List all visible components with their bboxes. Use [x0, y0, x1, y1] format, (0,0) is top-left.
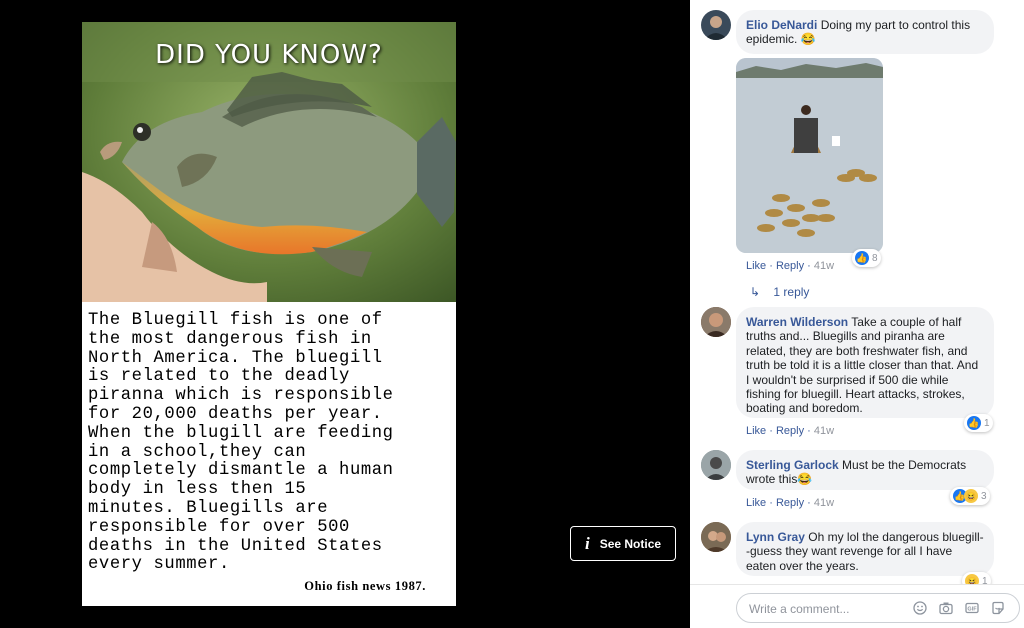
comment-author[interactable]: Lynn Gray: [746, 530, 805, 544]
comment-text: Take a couple of half truths and... Blue…: [746, 315, 979, 416]
avatar[interactable]: [701, 307, 731, 337]
reply-link[interactable]: Reply: [776, 260, 804, 272]
reaction-count[interactable]: 👍 1: [964, 414, 993, 432]
comment-author[interactable]: Warren Wilderson: [746, 315, 848, 329]
comment-author[interactable]: Elio DeNardi: [746, 18, 817, 32]
haha-reaction-icon: 😆: [964, 489, 978, 503]
camera-icon[interactable]: [939, 601, 953, 615]
timestamp[interactable]: 41w: [814, 260, 834, 272]
reaction-count[interactable]: 👍 8: [852, 249, 881, 267]
reply-arrow-icon: ↳: [750, 285, 761, 299]
timestamp[interactable]: 41w: [814, 497, 834, 509]
like-link[interactable]: Like: [746, 425, 766, 437]
comment-bubble: Sterling Garlock Must be the Democrats w…: [736, 450, 994, 490]
timestamp[interactable]: 41w: [814, 425, 834, 437]
like-link[interactable]: Like: [746, 497, 766, 509]
reaction-count[interactable]: 👍 😆 3: [950, 487, 990, 505]
post-image[interactable]: DID YOU KNOW? The Bluegill fish is one o…: [82, 22, 456, 606]
gif-icon[interactable]: GIF: [965, 601, 979, 615]
see-notice-button[interactable]: i See Notice: [570, 526, 676, 561]
comment-bubble: Elio DeNardi Doing my part to control th…: [736, 10, 994, 54]
comment-actions: Like · Reply · 41w: [746, 260, 835, 272]
comment-bubble: Lynn Gray Oh my lol the dangerous bluegi…: [736, 522, 994, 576]
sticker-icon[interactable]: [991, 601, 1005, 615]
see-notice-label: See Notice: [599, 536, 662, 551]
emoji-icon[interactable]: [913, 601, 927, 615]
comment-author[interactable]: Sterling Garlock: [746, 458, 839, 472]
comment-input[interactable]: [747, 599, 901, 619]
caption-text: The Bluegill fish is one of the most dan…: [88, 311, 394, 575]
avatar[interactable]: [701, 10, 731, 40]
reply-link[interactable]: Reply: [776, 425, 804, 437]
like-reaction-icon: 👍: [855, 251, 869, 265]
avatar[interactable]: [701, 522, 731, 552]
photo-viewer: DID YOU KNOW? The Bluegill fish is one o…: [0, 0, 690, 628]
info-icon: i: [584, 533, 590, 553]
comment-photo[interactable]: [736, 58, 883, 253]
avatar[interactable]: [701, 450, 731, 480]
like-reaction-icon: 👍: [967, 416, 981, 430]
comments-panel: Elio DeNardi Doing my part to control th…: [690, 0, 1024, 628]
like-link[interactable]: Like: [746, 260, 766, 272]
comment-bubble: Warren Wilderson Take a couple of half t…: [736, 307, 994, 418]
view-replies-link[interactable]: ↳ 1 reply: [750, 285, 809, 299]
comment-actions: Like · Reply · 41w: [746, 425, 835, 437]
comment-composer[interactable]: GIF: [736, 593, 1020, 623]
comment-actions: Like · Reply · 41w: [746, 497, 835, 509]
credit-text: Ohio fish news 1987.: [304, 579, 426, 593]
headline: DID YOU KNOW?: [155, 40, 383, 70]
reply-link[interactable]: Reply: [776, 497, 804, 509]
svg-text:GIF: GIF: [967, 607, 977, 613]
